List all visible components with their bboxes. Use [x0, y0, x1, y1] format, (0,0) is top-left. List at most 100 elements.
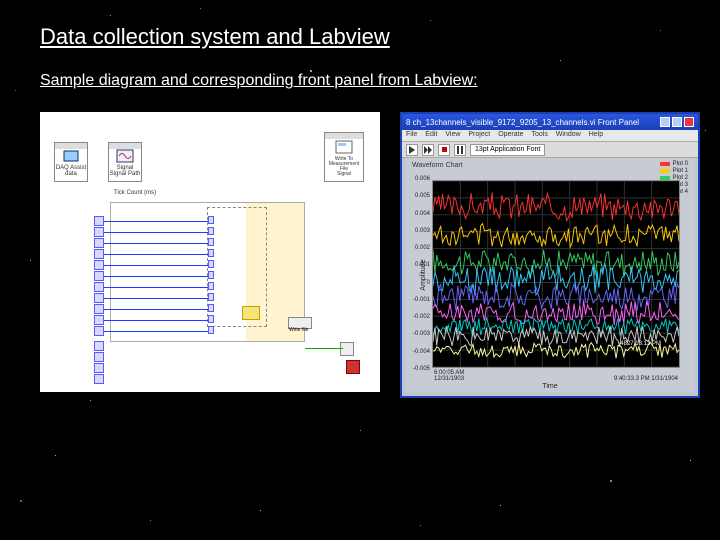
channel-terminal [94, 293, 104, 303]
node-label: Write To Measurement File [325, 157, 363, 172]
output-vi-node [340, 342, 354, 356]
front-panel-client-area: Waveform Chart Plot 0Plot 1Plot 2Plot 3P… [406, 158, 694, 392]
stop-terminal [346, 360, 360, 374]
chart-corner-timestamp: 4827:13:13 PM [620, 341, 661, 347]
x-axis-min-label: 6:00:05 AM 12/31/1903 [434, 370, 464, 382]
y-tick-label: -0.002 [408, 314, 430, 320]
loop-tunnel [208, 326, 214, 334]
pause-button[interactable] [454, 144, 466, 156]
signal-wire [104, 221, 212, 222]
y-tick-label: 0.003 [408, 228, 430, 234]
y-tick-label: -0.005 [408, 366, 430, 372]
y-tick-label: 0.005 [408, 193, 430, 199]
signal-wire [104, 331, 212, 332]
menu-bar: File Edit View Project Operate Tools Window Hel… [402, 130, 698, 142]
node-sublabel: Signal Path [109, 171, 141, 177]
menu-window[interactable]: Window [556, 131, 581, 140]
loop-tunnel [208, 271, 214, 279]
legend-item: Plot 0 [660, 160, 688, 167]
run-button[interactable] [406, 144, 418, 156]
loop-tunnel [208, 216, 214, 224]
channel-terminal [94, 315, 104, 325]
loop-iteration-terminal [242, 306, 260, 320]
x-axis-label: Time [542, 383, 557, 390]
window-title: 8 ch_13channels_visible_9172_9205_13_cha… [406, 118, 639, 127]
legend-swatch [660, 169, 670, 173]
write-measurement-file-node: Write To Measurement File Signal [324, 132, 364, 182]
trace-3 [433, 263, 679, 295]
channel-terminal [94, 260, 104, 270]
channel-terminal [94, 249, 104, 259]
legend-label: Plot 1 [673, 168, 688, 174]
menu-operate[interactable]: Operate [498, 131, 523, 140]
labview-block-diagram: DAQ Assist data Signal Signal Path Write… [40, 112, 380, 392]
signal-node: Signal Signal Path [108, 142, 142, 182]
channel-terminal [94, 326, 104, 336]
menu-file[interactable]: File [406, 131, 417, 140]
abort-button[interactable] [438, 144, 450, 156]
loop-tunnel [208, 282, 214, 290]
menu-edit[interactable]: Edit [425, 131, 437, 140]
y-tick-label: -0.001 [408, 297, 430, 303]
loop-tunnel [208, 293, 214, 301]
window-titlebar: 8 ch_13channels_visible_9172_9205_13_cha… [402, 114, 698, 130]
legend-swatch [660, 162, 670, 166]
maximize-button[interactable] [672, 117, 682, 127]
page-title: Data collection system and Labview [40, 24, 390, 50]
y-tick-label: 0.001 [408, 262, 430, 268]
node-sublabel: Signal [325, 172, 363, 177]
loop-tunnel [208, 304, 214, 312]
y-tick-label: 0 [408, 280, 430, 286]
menu-view[interactable]: View [445, 131, 460, 140]
y-tick-label: -0.003 [408, 331, 430, 337]
close-button[interactable] [684, 117, 694, 127]
loop-tunnel [208, 227, 214, 235]
write-file-label: Write file [289, 327, 308, 333]
loop-tunnel [208, 249, 214, 257]
channel-terminal [94, 304, 104, 314]
trace-1 [433, 224, 679, 247]
channel-terminal [94, 238, 104, 248]
legend-swatch [660, 176, 670, 180]
write-file-constant: Write file [288, 317, 312, 329]
channel-terminal [94, 271, 104, 281]
run-continuous-button[interactable] [422, 144, 434, 156]
channel-terminal [94, 227, 104, 237]
signal-wire [104, 265, 212, 266]
signal-wire [104, 287, 212, 288]
loop-tunnel [208, 260, 214, 268]
page-subtitle: Sample diagram and corresponding front p… [40, 72, 478, 90]
menu-help[interactable]: Help [589, 131, 603, 140]
x-axis-max-label: 9:40:33.3 PM 1/31/1904 [614, 376, 678, 382]
tick-count-label: Tick Count (ms) [114, 190, 156, 196]
indicator-terminal [94, 341, 104, 351]
signal-wire [104, 232, 212, 233]
menu-tools[interactable]: Tools [531, 131, 547, 140]
sequence-structure [207, 207, 267, 327]
loop-tunnel [208, 315, 214, 323]
indicator-terminal [94, 352, 104, 362]
font-selector[interactable]: 13pt Application Font [470, 144, 545, 156]
daq-assistant-node: DAQ Assist data [54, 142, 88, 182]
indicator-terminal [94, 374, 104, 384]
minimize-button[interactable] [660, 117, 670, 127]
chart-title-label: Waveform Chart [412, 162, 463, 169]
y-tick-label: 0.002 [408, 245, 430, 251]
signal-wire [104, 254, 212, 255]
signal-wire [104, 298, 212, 299]
labview-front-panel-window: 8 ch_13channels_visible_9172_9205_13_cha… [400, 112, 700, 398]
toolbar: 13pt Application Font [402, 142, 698, 158]
signal-wire [104, 276, 212, 277]
menu-project[interactable]: Project [468, 131, 490, 140]
trace-2 [433, 250, 679, 277]
indicator-terminal [94, 363, 104, 373]
waveform-chart[interactable]: 4827:13:13 PM [432, 180, 680, 368]
legend-item: Plot 1 [660, 167, 688, 174]
y-tick-label: 0.004 [408, 211, 430, 217]
channel-terminal [94, 216, 104, 226]
signal-wire [104, 243, 212, 244]
y-tick-label: 0.006 [408, 176, 430, 182]
signal-wire [104, 309, 212, 310]
legend-label: Plot 0 [673, 161, 688, 167]
loop-tunnel [208, 238, 214, 246]
